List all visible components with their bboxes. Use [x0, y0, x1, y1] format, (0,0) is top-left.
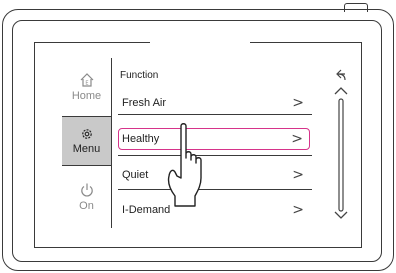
device-illustration: E Home Menu On Function Fresh Air > Heal… [0, 0, 396, 273]
scroll-down-icon[interactable] [334, 211, 348, 219]
chevron-right-icon: > [292, 167, 304, 183]
home-icon: E [79, 72, 95, 90]
sidebar-item-home[interactable]: E Home [62, 62, 111, 112]
menu-item-label: I-Demand [122, 204, 171, 216]
sidebar-item-label: Menu [72, 143, 101, 155]
chevron-right-icon: > [292, 95, 304, 111]
scroll-controls [330, 66, 352, 226]
divider [118, 114, 312, 115]
menu-item-label: Quiet [122, 169, 149, 181]
bezel-gap [150, 39, 250, 45]
chevron-right-icon: > [291, 131, 303, 147]
sidebar-item-label: On [79, 200, 94, 212]
back-arrow-icon[interactable] [336, 69, 346, 81]
scroll-up-icon[interactable] [334, 87, 348, 95]
chevron-right-icon: > [292, 202, 304, 218]
menu-item-label: Fresh Air [122, 97, 167, 109]
svg-text:E: E [85, 81, 88, 87]
sidebar-item-menu[interactable]: Menu [62, 116, 111, 166]
section-title: Function [120, 70, 159, 81]
menu-item-fresh-air[interactable]: Fresh Air > [118, 92, 310, 114]
sidebar-item-label: Home [71, 90, 102, 102]
gear-icon [80, 127, 94, 143]
sidebar: E Home Menu On [62, 58, 112, 228]
sidebar-item-on[interactable]: On [62, 172, 111, 222]
scrollbar-track[interactable] [338, 98, 344, 212]
menu-item-label: Healthy [122, 133, 160, 145]
hand-pointer-icon [167, 122, 219, 213]
power-icon [79, 182, 95, 200]
control-panel-screen: E Home Menu On Function Fresh Air > Heal… [62, 58, 360, 228]
